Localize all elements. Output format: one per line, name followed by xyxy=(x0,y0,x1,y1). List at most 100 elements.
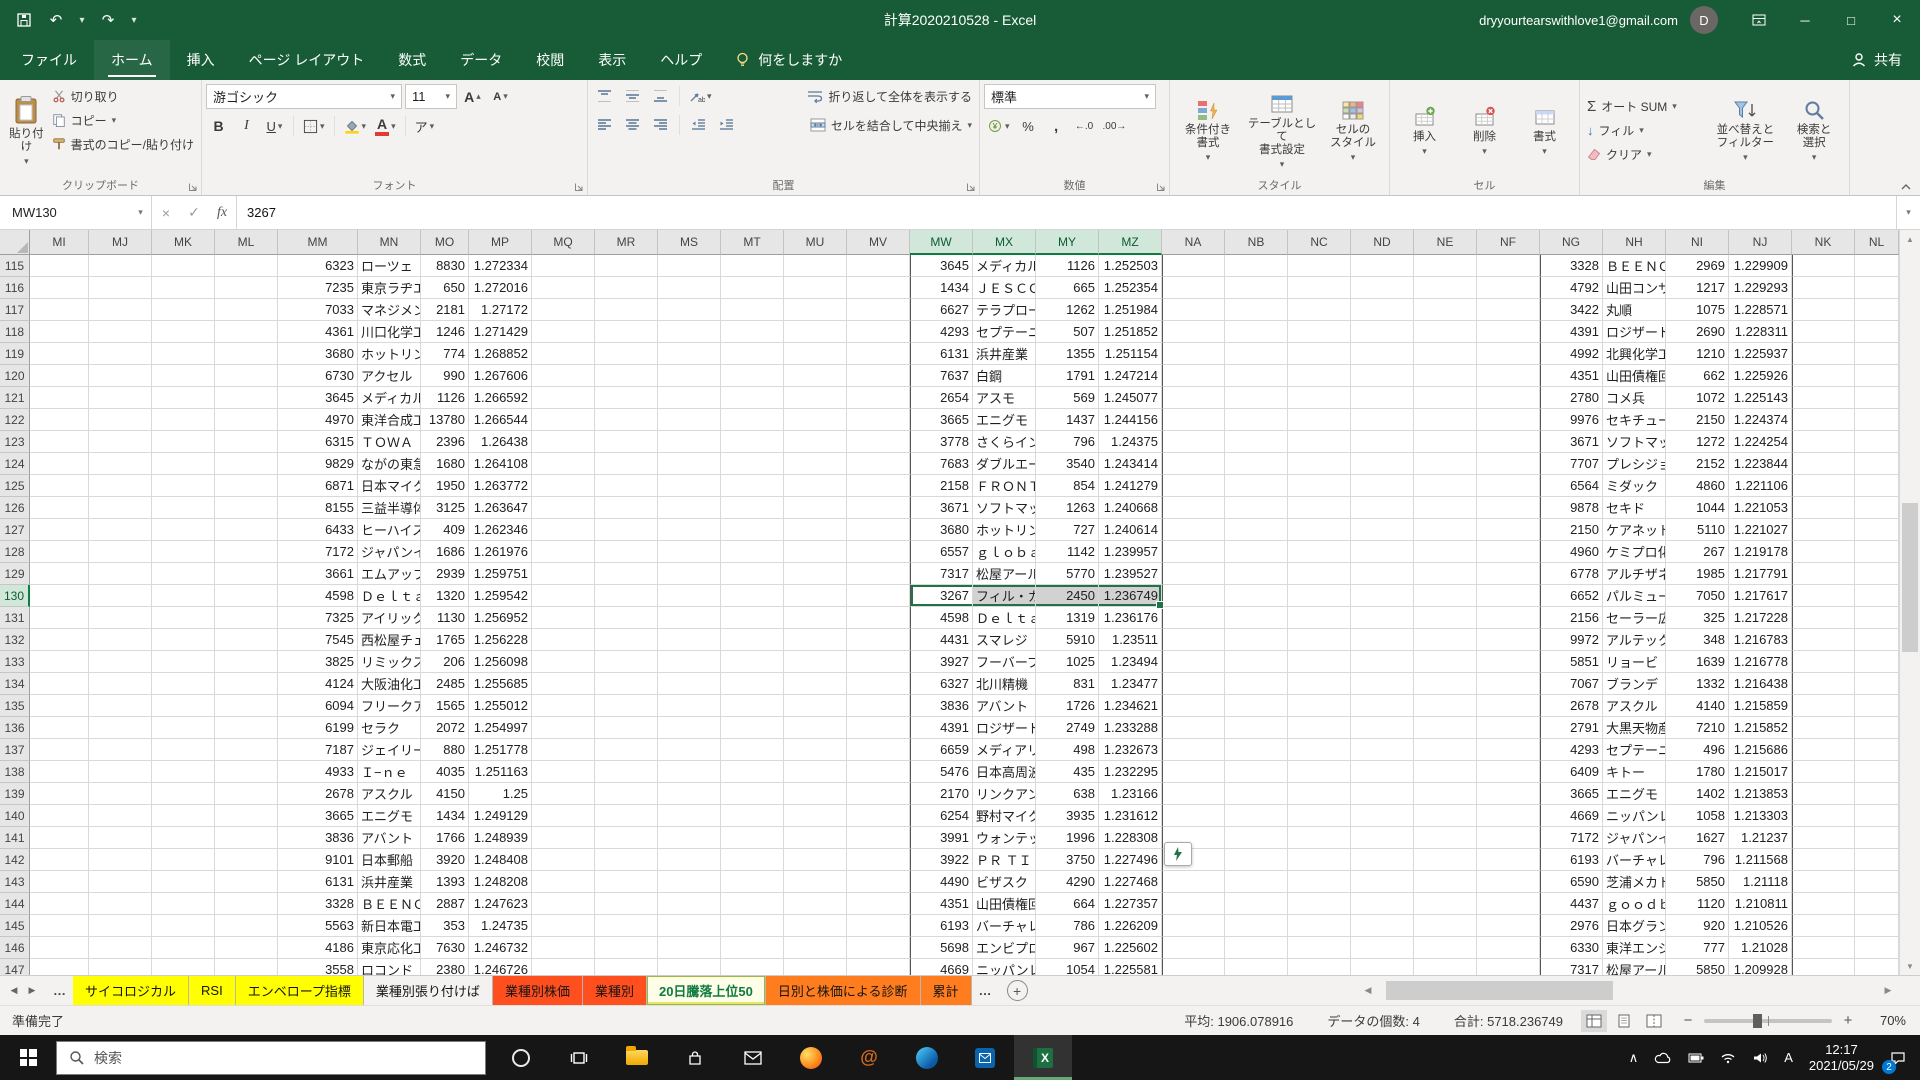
cell-MV123[interactable] xyxy=(847,431,910,453)
cell-NG145[interactable]: 2976 xyxy=(1540,915,1603,937)
cell-NJ131[interactable]: 1.217228 xyxy=(1729,607,1792,629)
cell-MS142[interactable] xyxy=(658,849,721,871)
align-middle-button[interactable] xyxy=(620,84,645,108)
cell-ND137[interactable] xyxy=(1351,739,1414,761)
cell-NK130[interactable] xyxy=(1792,585,1855,607)
cell-MI131[interactable] xyxy=(30,607,89,629)
cell-MN126[interactable]: 三益半導体 xyxy=(358,497,421,519)
cell-MJ126[interactable] xyxy=(89,497,152,519)
cell-MV146[interactable] xyxy=(847,937,910,959)
cell-MU120[interactable] xyxy=(784,365,847,387)
cell-ML131[interactable] xyxy=(215,607,278,629)
cell-NG125[interactable]: 6564 xyxy=(1540,475,1603,497)
cell-NA127[interactable] xyxy=(1162,519,1225,541)
cell-MI133[interactable] xyxy=(30,651,89,673)
cell-NK138[interactable] xyxy=(1792,761,1855,783)
cell-NL137[interactable] xyxy=(1855,739,1899,761)
action-center-button[interactable]: 2 xyxy=(1882,1035,1920,1080)
cell-MR147[interactable] xyxy=(595,959,658,975)
cell-NJ147[interactable]: 1.209928 xyxy=(1729,959,1792,975)
cell-MJ145[interactable] xyxy=(89,915,152,937)
cell-ND143[interactable] xyxy=(1351,871,1414,893)
cell-MN147[interactable]: ロコンド xyxy=(358,959,421,975)
cell-MT139[interactable] xyxy=(721,783,784,805)
cell-NC125[interactable] xyxy=(1288,475,1351,497)
cell-MK144[interactable] xyxy=(152,893,215,915)
cell-MU135[interactable] xyxy=(784,695,847,717)
row-header-133[interactable]: 133 xyxy=(0,651,30,673)
cell-MV119[interactable] xyxy=(847,343,910,365)
row-header-122[interactable]: 122 xyxy=(0,409,30,431)
cell-MR133[interactable] xyxy=(595,651,658,673)
cell-NJ138[interactable]: 1.215017 xyxy=(1729,761,1792,783)
cell-MI136[interactable] xyxy=(30,717,89,739)
cell-MJ134[interactable] xyxy=(89,673,152,695)
cell-MX133[interactable]: フーバーブ xyxy=(973,651,1036,673)
cell-MV136[interactable] xyxy=(847,717,910,739)
cell-NB122[interactable] xyxy=(1225,409,1288,431)
cell-NI128[interactable]: 267 xyxy=(1666,541,1729,563)
cell-MN144[interactable]: ＢＥＥＮＯ xyxy=(358,893,421,915)
cell-NG116[interactable]: 4792 xyxy=(1540,277,1603,299)
column-header-MJ[interactable]: MJ xyxy=(89,230,152,255)
cell-MK115[interactable] xyxy=(152,255,215,277)
cell-NJ120[interactable]: 1.225926 xyxy=(1729,365,1792,387)
cell-MP129[interactable]: 1.259751 xyxy=(469,563,532,585)
column-header-NJ[interactable]: NJ xyxy=(1729,230,1792,255)
row-header-134[interactable]: 134 xyxy=(0,673,30,695)
cell-NH128[interactable]: ケミプロ化 xyxy=(1603,541,1666,563)
cell-NG117[interactable]: 3422 xyxy=(1540,299,1603,321)
column-header-MN[interactable]: MN xyxy=(358,230,421,255)
cell-NJ119[interactable]: 1.225937 xyxy=(1729,343,1792,365)
cell-NF128[interactable] xyxy=(1477,541,1540,563)
cell-MZ115[interactable]: 1.252503 xyxy=(1099,255,1162,277)
cell-NF141[interactable] xyxy=(1477,827,1540,849)
cell-NG139[interactable]: 3665 xyxy=(1540,783,1603,805)
cell-ML119[interactable] xyxy=(215,343,278,365)
cell-MN138[interactable]: Ｉ−ｎｅ xyxy=(358,761,421,783)
cell-NI116[interactable]: 1217 xyxy=(1666,277,1729,299)
cell-NB146[interactable] xyxy=(1225,937,1288,959)
cell-MY118[interactable]: 507 xyxy=(1036,321,1099,343)
cell-ND138[interactable] xyxy=(1351,761,1414,783)
cell-MK128[interactable] xyxy=(152,541,215,563)
cell-NI139[interactable]: 1402 xyxy=(1666,783,1729,805)
cortana-button[interactable] xyxy=(492,1035,550,1080)
cell-NL124[interactable] xyxy=(1855,453,1899,475)
row-header-132[interactable]: 132 xyxy=(0,629,30,651)
sheet-nav-right-button[interactable]: ▶ xyxy=(24,985,40,996)
cell-MY115[interactable]: 1126 xyxy=(1036,255,1099,277)
cell-NA145[interactable] xyxy=(1162,915,1225,937)
cell-NA121[interactable] xyxy=(1162,387,1225,409)
cell-MM129[interactable]: 3661 xyxy=(278,563,358,585)
cell-MY131[interactable]: 1319 xyxy=(1036,607,1099,629)
cell-MR119[interactable] xyxy=(595,343,658,365)
cell-MW117[interactable]: 6627 xyxy=(910,299,973,321)
cell-NI127[interactable]: 5110 xyxy=(1666,519,1729,541)
cell-ND119[interactable] xyxy=(1351,343,1414,365)
cell-MV143[interactable] xyxy=(847,871,910,893)
cell-MJ137[interactable] xyxy=(89,739,152,761)
cell-MO140[interactable]: 1434 xyxy=(421,805,469,827)
cell-NL136[interactable] xyxy=(1855,717,1899,739)
cell-NH143[interactable]: 芝浦メカト xyxy=(1603,871,1666,893)
cell-NG147[interactable]: 7317 xyxy=(1540,959,1603,975)
cell-MS116[interactable] xyxy=(658,277,721,299)
cell-ND123[interactable] xyxy=(1351,431,1414,453)
cell-NE121[interactable] xyxy=(1414,387,1477,409)
sort-filter-button[interactable]: 並べ替えと フィルター ▾ xyxy=(1710,84,1780,177)
align-left-button[interactable] xyxy=(592,113,617,137)
scroll-up-button[interactable]: ▲ xyxy=(1900,230,1920,248)
cell-ML121[interactable] xyxy=(215,387,278,409)
cell-NF142[interactable] xyxy=(1477,849,1540,871)
cell-MU136[interactable] xyxy=(784,717,847,739)
cell-NK145[interactable] xyxy=(1792,915,1855,937)
cell-MN143[interactable]: 浜井産業 xyxy=(358,871,421,893)
cell-MN115[interactable]: ローツェ xyxy=(358,255,421,277)
cell-MU137[interactable] xyxy=(784,739,847,761)
cell-NC144[interactable] xyxy=(1288,893,1351,915)
cell-NH119[interactable]: 北興化学工 xyxy=(1603,343,1666,365)
format-as-table-button[interactable]: テーブルとして 書式設定 ▾ xyxy=(1242,84,1322,177)
cell-MW132[interactable]: 4431 xyxy=(910,629,973,651)
cell-NK133[interactable] xyxy=(1792,651,1855,673)
